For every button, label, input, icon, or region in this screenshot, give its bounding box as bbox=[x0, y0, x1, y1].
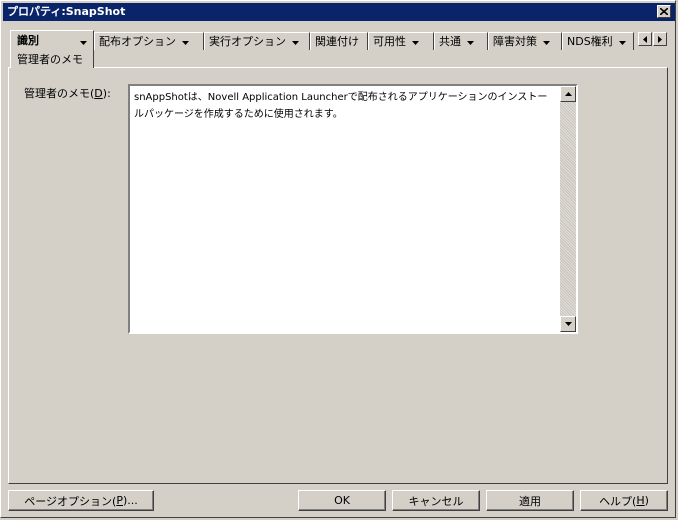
tab-label: 共通 bbox=[439, 34, 461, 48]
help-button[interactable]: ヘルプ(H) bbox=[580, 490, 668, 511]
apply-button[interactable]: 適用 bbox=[486, 490, 574, 511]
memo-text[interactable]: snAppShotは、Novell Application Launcherで配… bbox=[132, 88, 558, 328]
chevron-down-icon[interactable] bbox=[292, 35, 299, 48]
tab-label: NDS権利 bbox=[567, 34, 613, 48]
tab-nds-rights[interactable]: NDS権利 bbox=[562, 32, 634, 50]
tab-label: 実行オプション bbox=[209, 34, 286, 48]
chevron-down-icon[interactable] bbox=[618, 35, 626, 48]
tab-availability[interactable]: 可用性 bbox=[368, 32, 434, 50]
chevron-down-icon[interactable] bbox=[467, 35, 474, 48]
tab-run-options[interactable]: 実行オプション bbox=[204, 32, 310, 50]
tab-fault-tolerance[interactable]: 障害対策 bbox=[488, 32, 562, 50]
page-options-button[interactable]: ページオプション(P)... bbox=[8, 490, 154, 511]
tab-strip: 識別 管理者のメモ 配布オプション 実行オプション 関連付け 可用性 共通 障害… bbox=[8, 30, 668, 68]
close-icon bbox=[660, 8, 668, 15]
scroll-down-button[interactable] bbox=[560, 316, 576, 332]
tab-label: 関連付け bbox=[315, 34, 359, 48]
triangle-left-icon bbox=[643, 35, 647, 43]
chevron-down-icon[interactable] bbox=[80, 35, 87, 48]
chevron-down-icon[interactable] bbox=[543, 35, 550, 48]
tab-label: 可用性 bbox=[373, 34, 406, 48]
cancel-button[interactable]: キャンセル bbox=[392, 490, 480, 511]
tab-sublabel: 管理者のメモ bbox=[17, 53, 83, 66]
scroll-up-button[interactable] bbox=[560, 86, 576, 102]
ok-button[interactable]: OK bbox=[298, 490, 386, 511]
triangle-right-icon bbox=[658, 35, 662, 43]
tab-scroll-right-button[interactable] bbox=[653, 32, 667, 46]
triangle-up-icon bbox=[564, 92, 572, 96]
memo-label: 管理者のメモ(D): bbox=[24, 87, 111, 100]
tab-scroll-left-button[interactable] bbox=[638, 32, 652, 46]
title-bar[interactable]: プロパティ:SnapShot bbox=[3, 3, 675, 21]
chevron-down-icon[interactable] bbox=[412, 35, 419, 48]
tab-associations[interactable]: 関連付け bbox=[310, 32, 368, 50]
window-title: プロパティ:SnapShot bbox=[7, 5, 126, 18]
memo-textarea[interactable]: snAppShotは、Novell Application Launcherで配… bbox=[128, 84, 578, 334]
tab-identification[interactable]: 識別 管理者のメモ bbox=[10, 30, 94, 68]
vertical-scrollbar[interactable] bbox=[560, 86, 576, 332]
tab-common[interactable]: 共通 bbox=[434, 32, 488, 50]
tab-distribution-options[interactable]: 配布オプション bbox=[94, 32, 204, 50]
close-button[interactable] bbox=[657, 5, 671, 18]
triangle-down-icon bbox=[564, 322, 572, 326]
tab-label: 障害対策 bbox=[493, 34, 537, 48]
tab-label: 配布オプション bbox=[99, 34, 176, 48]
tab-label: 識別 bbox=[17, 34, 39, 47]
chevron-down-icon[interactable] bbox=[182, 35, 189, 48]
